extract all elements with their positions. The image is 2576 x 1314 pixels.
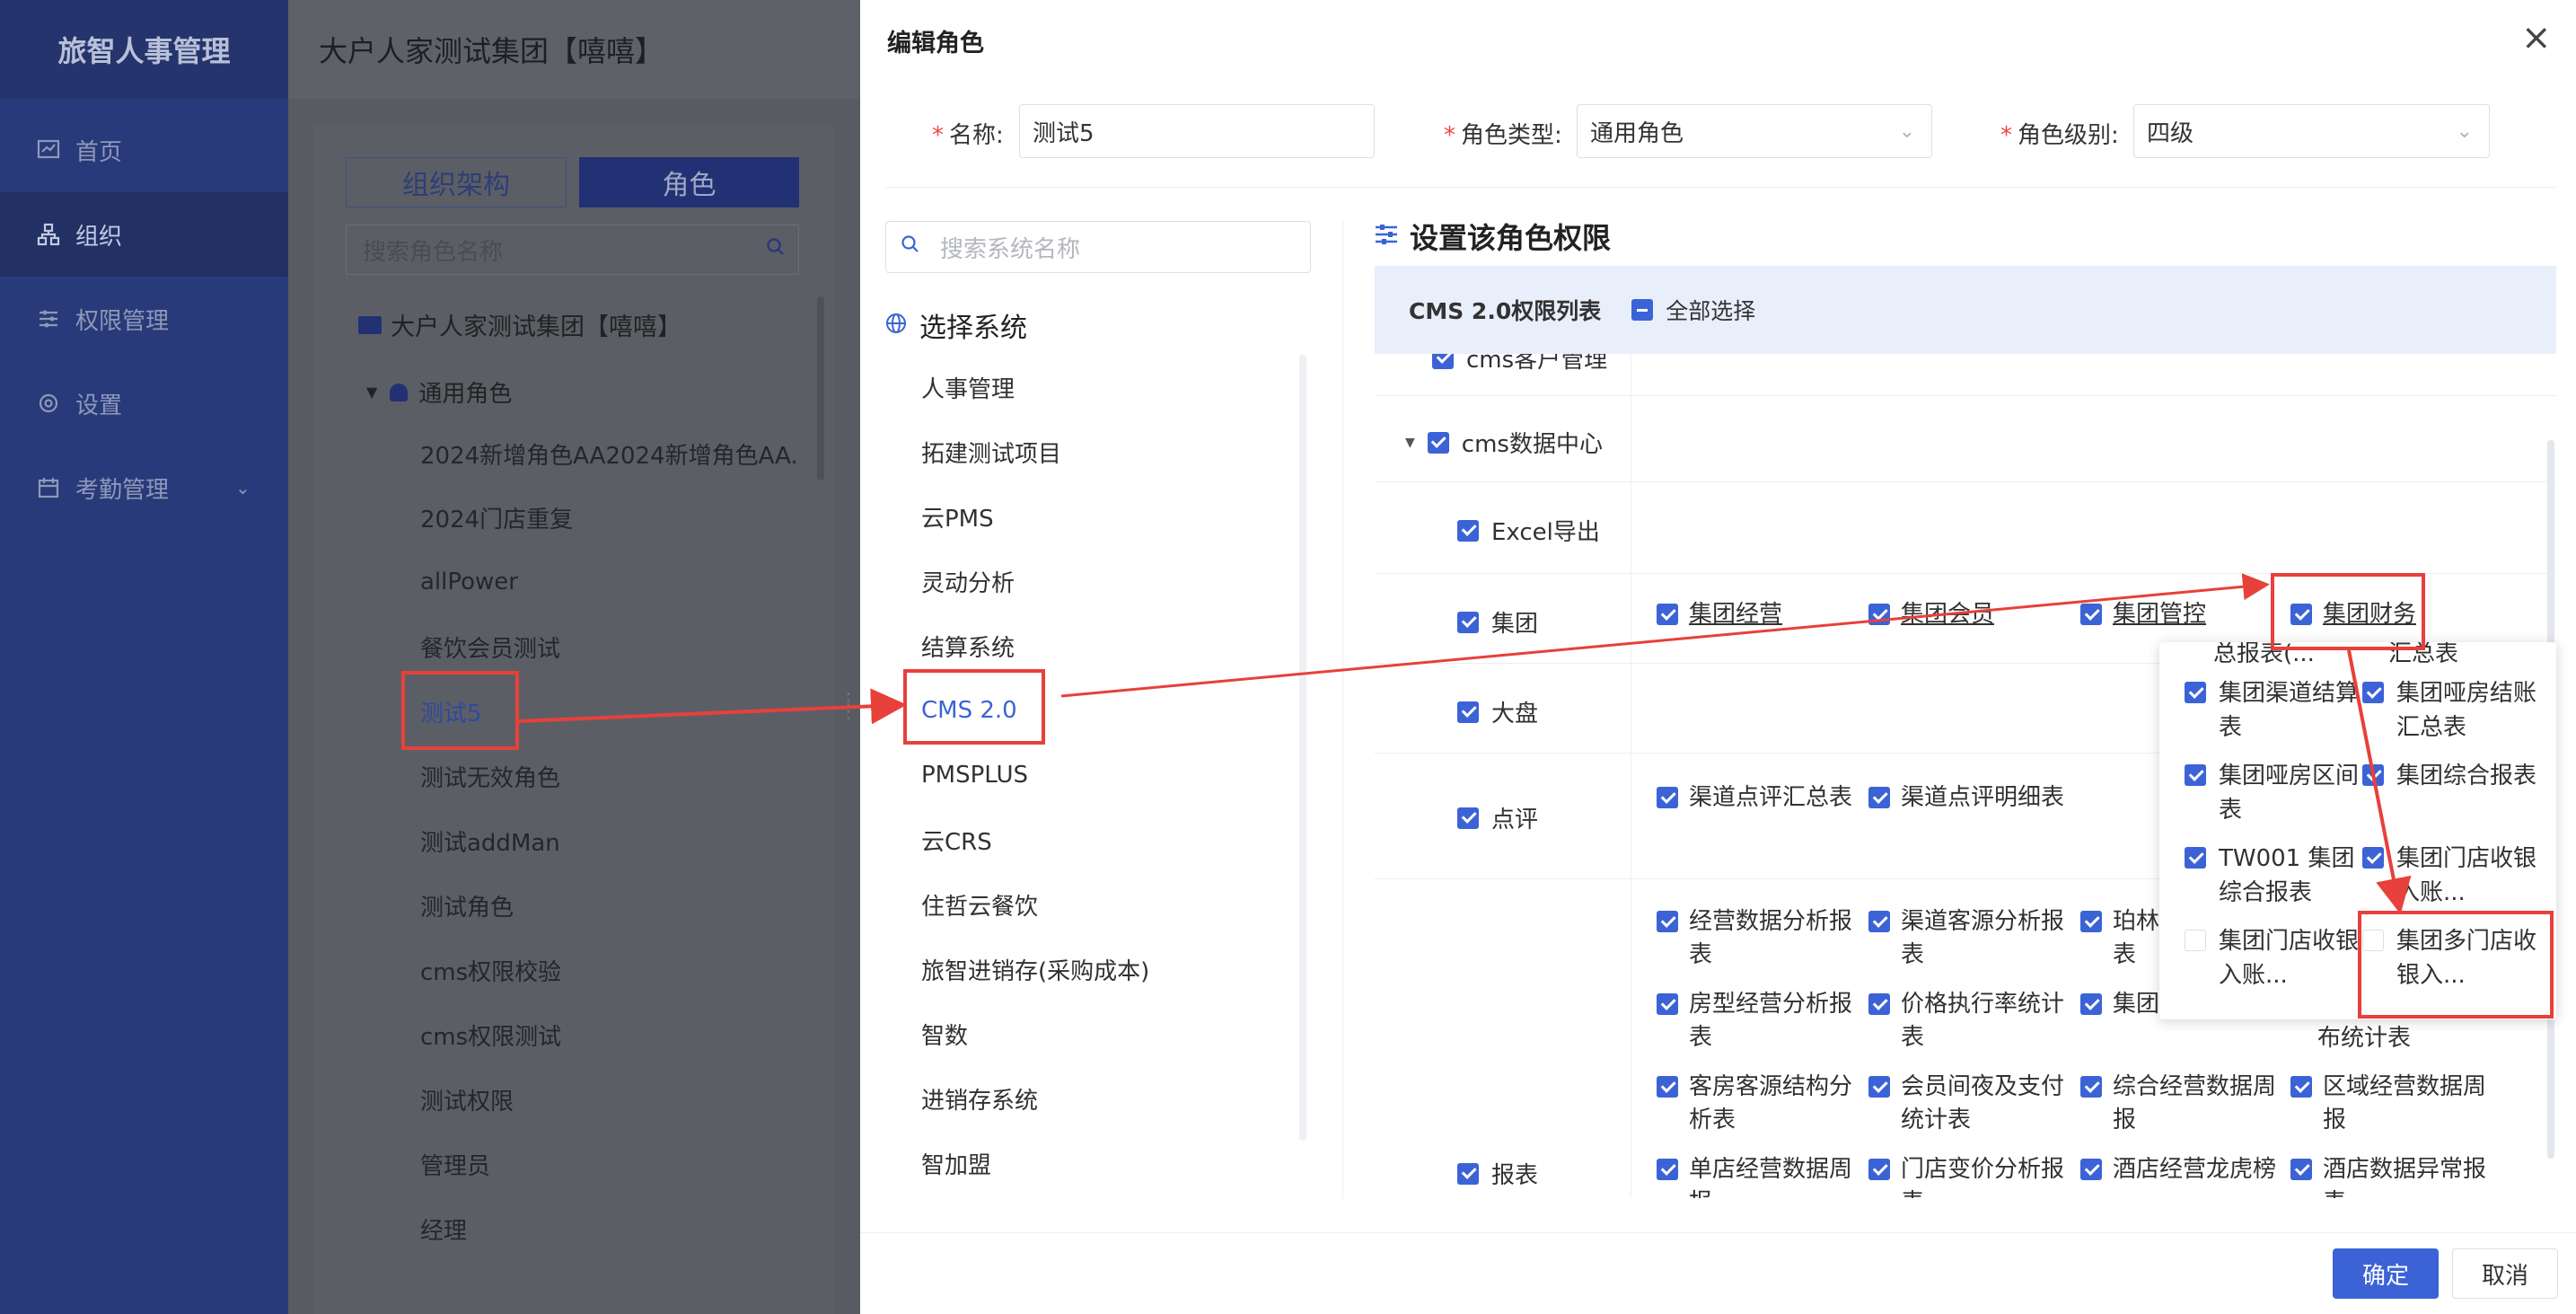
arrow-role-to-system	[518, 688, 907, 725]
confirm-button[interactable]: 确定	[2333, 1248, 2439, 1299]
arrow-finance-to-unchecked	[2347, 649, 2412, 914]
arrow-system-to-finance	[1060, 573, 2270, 698]
footer-divider	[860, 1232, 2576, 1233]
cancel-button[interactable]: 取消	[2452, 1248, 2558, 1299]
annotation-arrows	[518, 573, 2412, 914]
